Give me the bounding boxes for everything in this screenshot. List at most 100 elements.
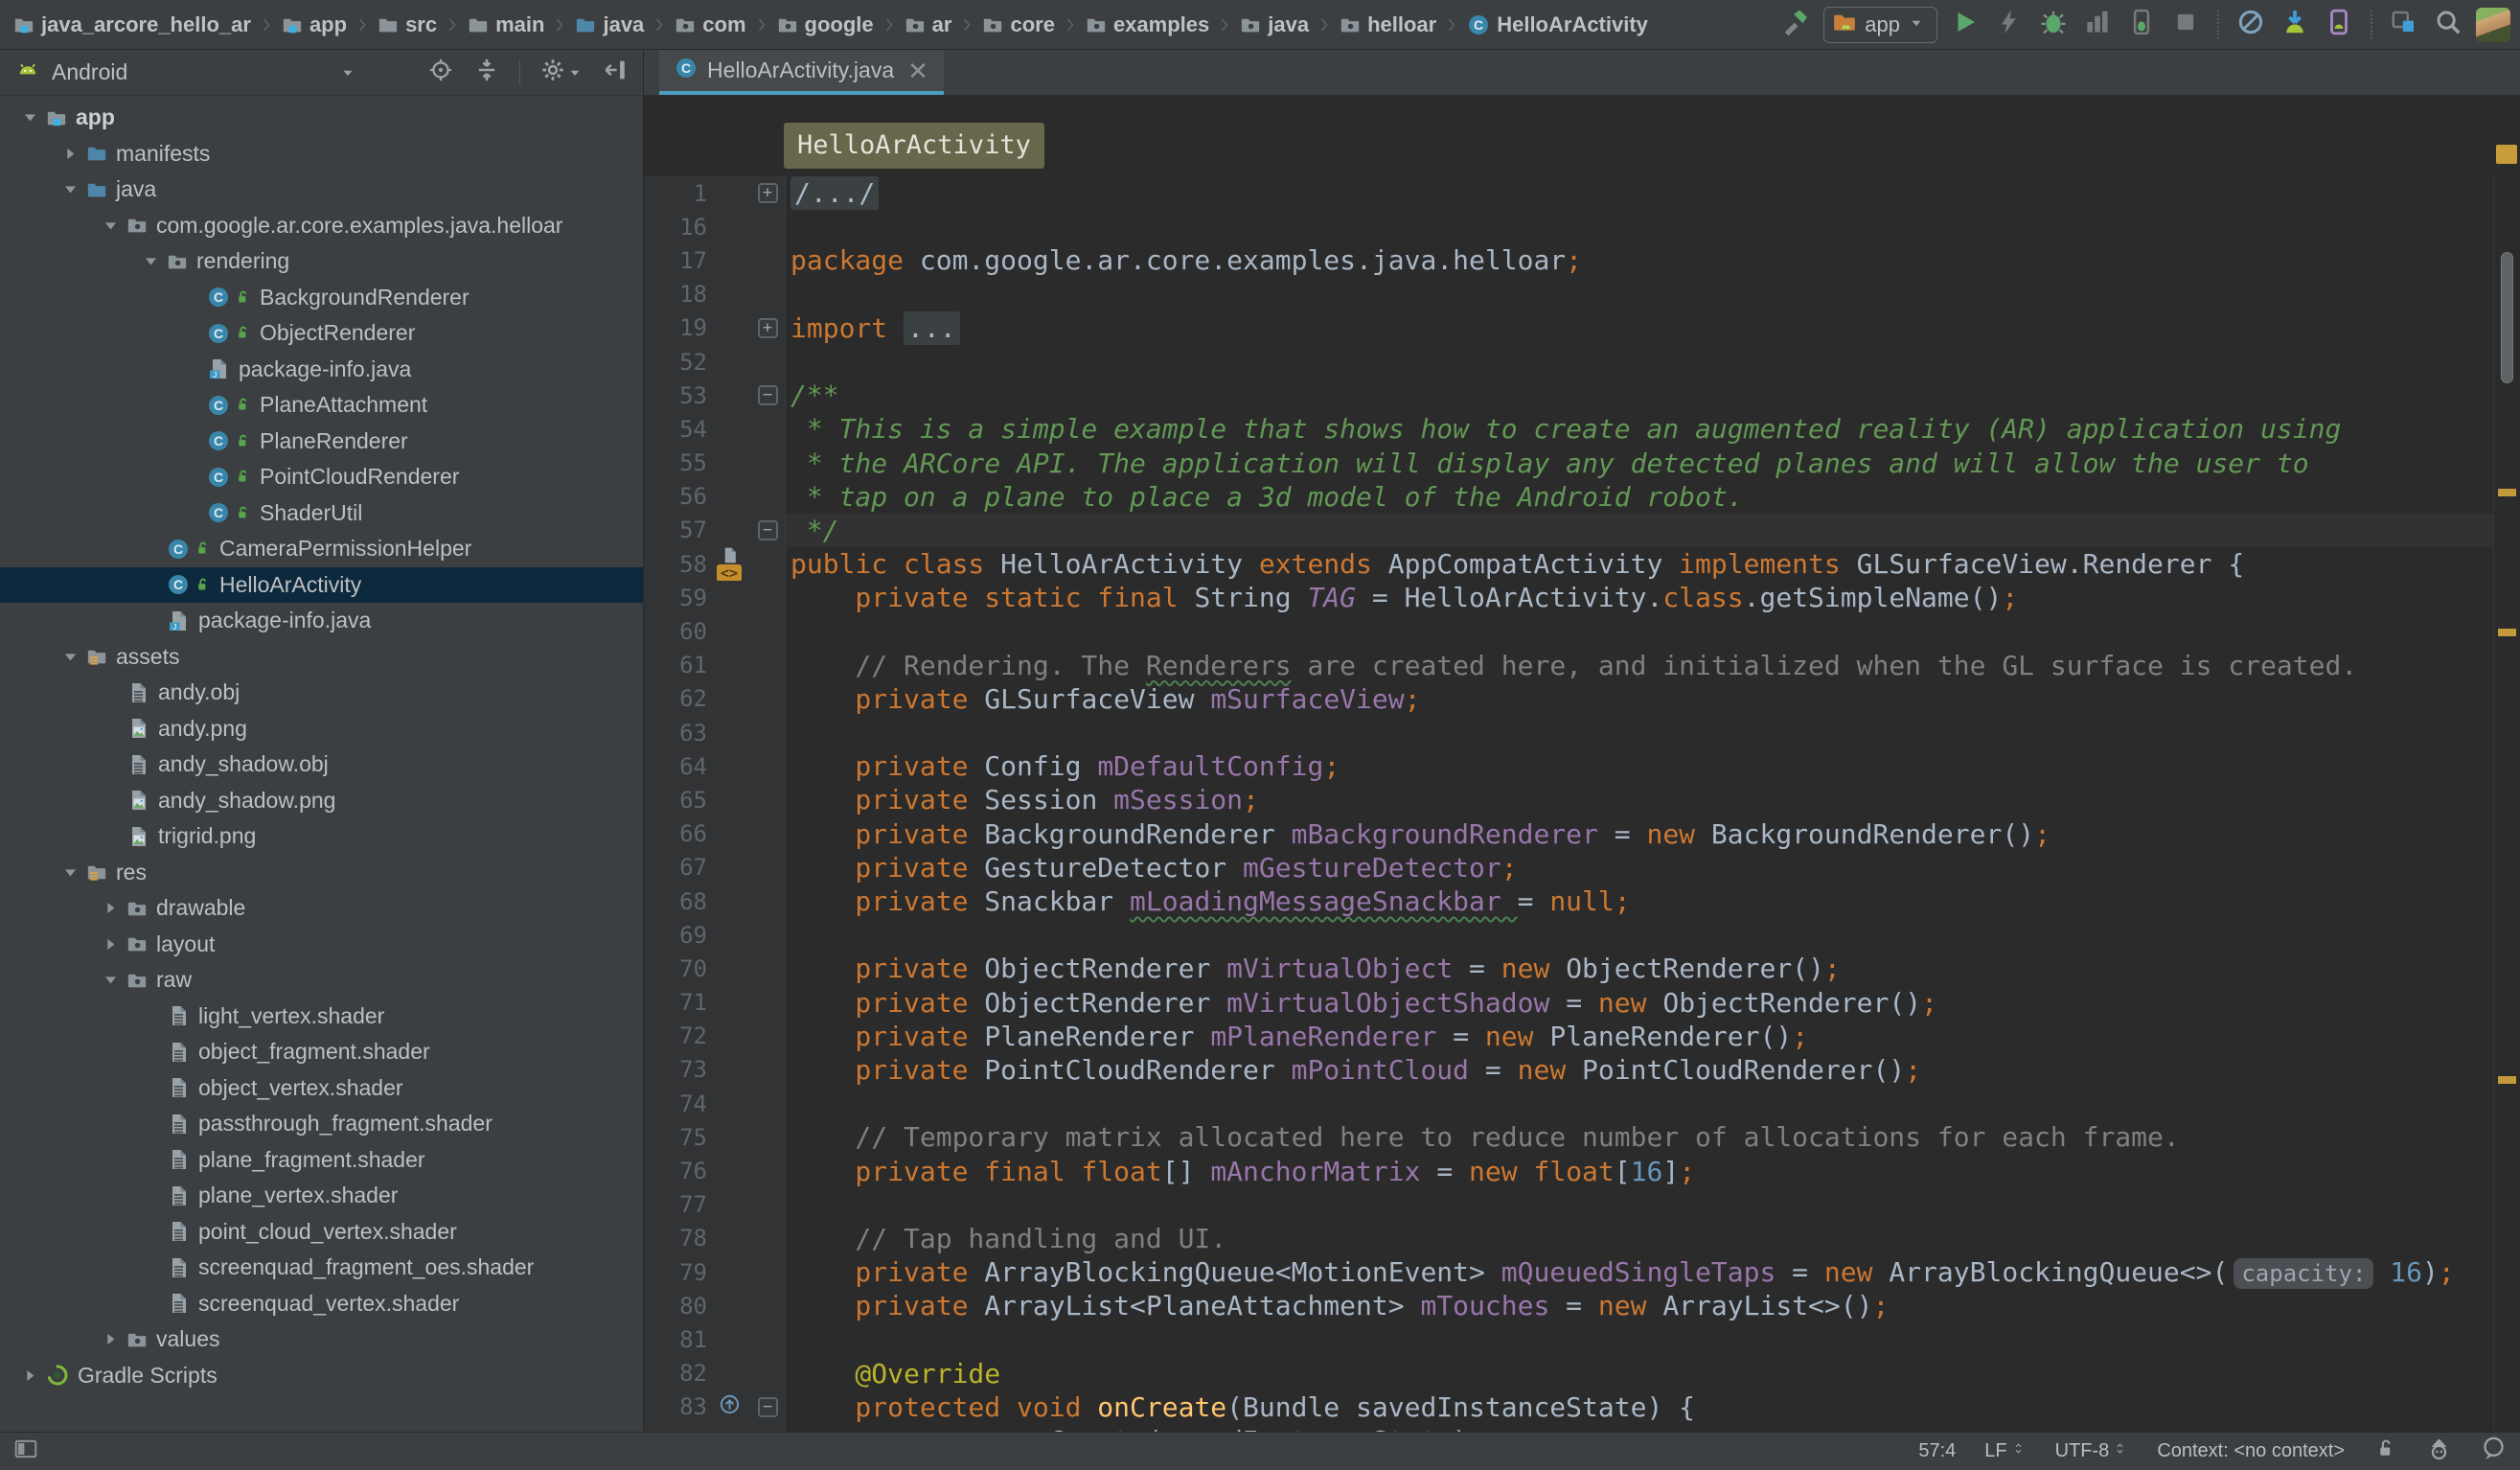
tree-item[interactable]: trigrid.png — [0, 818, 643, 855]
tree-item[interactable]: CShaderUtil — [0, 495, 643, 532]
code-line[interactable]: 55 * the ARCore API. The application wil… — [644, 447, 2493, 480]
code-line[interactable]: 61 // Rendering. The Renderers are creat… — [644, 649, 2493, 682]
code-line[interactable]: 62 private GLSurfaceView mSurfaceView; — [644, 682, 2493, 716]
code-line[interactable]: 84 super.onCreate(savedInstanceState); — [644, 1424, 2493, 1432]
tree-item[interactable]: CObjectRenderer — [0, 315, 643, 352]
code-line[interactable]: 74 — [644, 1087, 2493, 1120]
tree-item[interactable]: andy.png — [0, 711, 643, 747]
run-play-button[interactable] — [1949, 9, 1982, 41]
fold-expand-icon[interactable]: + — [758, 183, 778, 203]
code-line[interactable]: 1+/.../ — [644, 176, 2493, 210]
code-line[interactable]: 71 private ObjectRenderer mVirtualObject… — [644, 986, 2493, 1020]
code-line[interactable]: 19+import ... — [644, 311, 2493, 345]
code-line[interactable]: 56 * tap on a plane to place a 3d model … — [644, 480, 2493, 514]
breadcrumb-item[interactable]: ar — [905, 12, 952, 37]
tree-item[interactable]: app — [0, 100, 643, 136]
code-line[interactable]: 77 — [644, 1188, 2493, 1222]
code-line[interactable]: 69 — [644, 918, 2493, 952]
breadcrumb-item[interactable]: app — [282, 12, 347, 37]
code-line[interactable]: 81 — [644, 1322, 2493, 1356]
code-line[interactable]: 68 private Snackbar mLoadingMessageSnack… — [644, 884, 2493, 918]
chevron-collapsed-icon[interactable] — [54, 145, 86, 163]
code-line[interactable]: 75 // Temporary matrix allocated here to… — [644, 1120, 2493, 1154]
tree-item[interactable]: CPlaneRenderer — [0, 424, 643, 460]
sdk-manager-button[interactable] — [2279, 9, 2311, 41]
chevron-collapsed-icon[interactable] — [94, 899, 126, 917]
breadcrumb-item[interactable]: main — [468, 12, 544, 37]
editor-scrollbar-stripe[interactable] — [2493, 176, 2520, 1432]
code-line[interactable]: 67 private GestureDetector mGestureDetec… — [644, 851, 2493, 884]
close-icon[interactable]: ✕ — [907, 61, 928, 80]
breadcrumb-item[interactable]: java_arcore_hello_ar — [13, 12, 251, 37]
code-line[interactable]: 66 private BackgroundRenderer mBackgroun… — [644, 817, 2493, 851]
chevron-expanded-icon[interactable] — [54, 180, 86, 198]
tree-item[interactable]: CBackgroundRenderer — [0, 280, 643, 316]
breadcrumb-item[interactable]: CHelloArActivity — [1467, 12, 1648, 37]
collapse-all-button[interactable] — [473, 57, 500, 88]
code-line[interactable]: 80 private ArrayList<PlaneAttachment> mT… — [644, 1289, 2493, 1322]
avd-manager-button[interactable] — [2323, 9, 2355, 41]
code-line[interactable]: 64 private Config mDefaultConfig; — [644, 749, 2493, 783]
fold-collapse-icon[interactable]: − — [758, 520, 778, 540]
chevron-collapsed-icon[interactable] — [13, 1367, 46, 1385]
code-line[interactable]: 72 private PlaneRenderer mPlaneRenderer … — [644, 1020, 2493, 1053]
tree-item[interactable]: rendering — [0, 243, 643, 280]
code-line[interactable]: 82 @Override — [644, 1357, 2493, 1390]
breadcrumb-item[interactable]: google — [777, 12, 874, 37]
editor-tab-helloaractivity[interactable]: C HelloArActivity.java ✕ — [659, 50, 944, 95]
code-line[interactable]: 70 private ObjectRenderer mVirtualObject… — [644, 952, 2493, 985]
code-line[interactable]: 79 private ArrayBlockingQueue<MotionEven… — [644, 1255, 2493, 1289]
chevron-expanded-icon[interactable] — [94, 971, 126, 989]
context-widget[interactable]: Context: <no context> — [2157, 1440, 2345, 1462]
breadcrumb-item[interactable]: examples — [1086, 12, 1209, 37]
tree-item[interactable]: res — [0, 855, 643, 891]
user-avatar[interactable] — [2476, 8, 2510, 42]
tree-item[interactable]: andy.obj — [0, 675, 643, 711]
code-line[interactable]: 54 * This is a simple example that shows… — [644, 412, 2493, 446]
tree-item[interactable]: CPointCloudRenderer — [0, 459, 643, 495]
tree-item[interactable]: object_vertex.shader — [0, 1070, 643, 1107]
chevron-expanded-icon[interactable] — [94, 217, 126, 235]
code-line[interactable]: 52 — [644, 345, 2493, 379]
caret-position[interactable]: 57:4 — [1918, 1440, 1956, 1462]
overriding-method-icon[interactable] — [719, 1393, 741, 1420]
chevron-collapsed-icon[interactable] — [94, 1330, 126, 1348]
tree-item[interactable]: object_fragment.shader — [0, 1034, 643, 1070]
tree-item[interactable]: layout — [0, 927, 643, 963]
code-line[interactable]: 17package com.google.ar.core.examples.ja… — [644, 243, 2493, 277]
code-line[interactable]: 57− */ — [644, 514, 2493, 547]
run-config-selector[interactable]: app — [1823, 7, 1937, 43]
attach-debugger-button[interactable] — [2125, 9, 2158, 41]
code-line[interactable]: 59 private static final String TAG = Hel… — [644, 581, 2493, 614]
tree-item[interactable]: CCameraPermissionHelper — [0, 531, 643, 567]
fold-expand-icon[interactable]: + — [758, 318, 778, 338]
inspections-hector-button[interactable] — [2426, 1436, 2452, 1467]
tree-item[interactable]: assets — [0, 639, 643, 676]
scrollbar-thumb[interactable] — [2501, 252, 2513, 383]
code-line[interactable]: 73 private PointCloudRenderer mPointClou… — [644, 1053, 2493, 1087]
warning-stripe-mark[interactable] — [2498, 629, 2516, 636]
breadcrumb-item[interactable]: core — [982, 12, 1054, 37]
code-line[interactable]: 63 — [644, 716, 2493, 749]
panel-toggle-icon[interactable] — [13, 1436, 38, 1467]
breadcrumb-item[interactable]: src — [378, 12, 437, 37]
tree-item[interactable]: point_cloud_vertex.shader — [0, 1214, 643, 1251]
line-separator-selector[interactable]: LF — [1984, 1440, 2026, 1462]
project-view-selector[interactable]: Android — [15, 57, 356, 87]
tree-item[interactable]: raw — [0, 962, 643, 999]
breadcrumb-item[interactable]: com — [675, 12, 745, 37]
code-analysis-indicator[interactable] — [2496, 145, 2517, 164]
layout-inspector-button[interactable] — [2388, 9, 2420, 41]
write-lock-button[interactable] — [2373, 1436, 2397, 1466]
chevron-expanded-icon[interactable] — [134, 252, 167, 270]
stop-button[interactable] — [2169, 9, 2202, 41]
chevron-expanded-icon[interactable] — [54, 863, 86, 882]
editor-breadcrumb-chip[interactable]: HelloArActivity — [784, 123, 1044, 169]
locate-file-button[interactable] — [427, 57, 454, 88]
code-line[interactable]: 60 — [644, 614, 2493, 648]
code-line[interactable]: 58<>public class HelloArActivity extends… — [644, 547, 2493, 581]
go-to-related-layout-icon[interactable]: <> — [717, 546, 742, 582]
code-line[interactable]: 53−/** — [644, 379, 2493, 412]
code-line[interactable]: 76 private final float[] mAnchorMatrix =… — [644, 1154, 2493, 1187]
breadcrumb-item[interactable]: java — [575, 12, 644, 37]
